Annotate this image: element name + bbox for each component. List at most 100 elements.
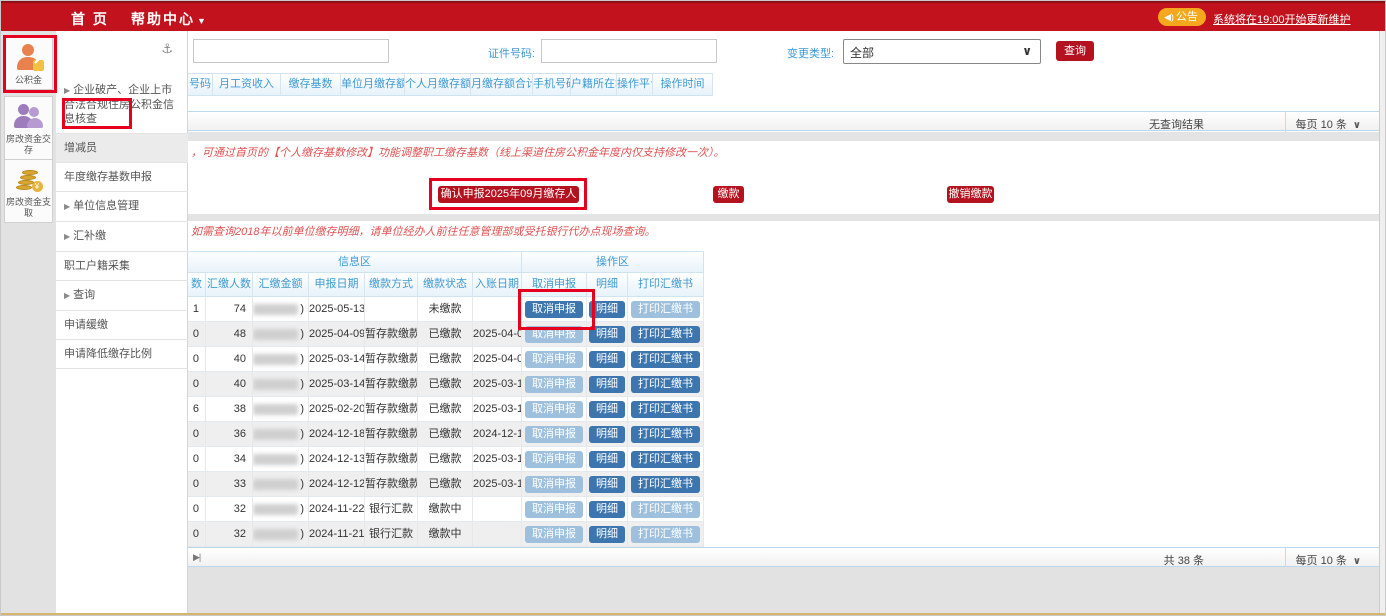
- employee-table-pagination: 无查询结果 每页 10 条∨: [188, 111, 1379, 131]
- nav-help-center[interactable]: 帮助中心▼: [131, 9, 206, 29]
- sidebar-item-7[interactable]: 申请缓缴: [56, 311, 188, 340]
- employee-col-header: 号码: [188, 74, 213, 95]
- cert-number-input[interactable]: [541, 39, 717, 63]
- masked-amount-block: [253, 454, 298, 465]
- cancel-declare-button: 取消申报: [525, 326, 583, 343]
- detail-button[interactable]: 明细: [589, 326, 625, 343]
- cell-declare-date: 2024-12-12: [309, 472, 365, 497]
- remittance-col-header: 申报日期: [309, 273, 365, 297]
- cancel-declare-cell: 取消申报: [522, 422, 587, 447]
- system-maintenance-link[interactable]: 系统将在19:00开始更新维护: [1213, 11, 1351, 27]
- scrollbar-track[interactable]: [1379, 31, 1386, 613]
- detail-cell: 明细: [587, 397, 628, 422]
- print-remit-button: 打印汇缴书: [631, 526, 700, 543]
- remittance-col-header: 取消申报: [522, 273, 587, 297]
- cell-pay-status: 已缴款: [418, 447, 473, 472]
- cancel-pay-button[interactable]: 撤销缴款: [947, 186, 994, 203]
- print-remit-button[interactable]: 打印汇缴书: [631, 376, 700, 393]
- cell-declare-date: 2024-12-13: [309, 447, 365, 472]
- cell-amount-masked: ): [253, 372, 309, 397]
- announcement-badge[interactable]: ◀)公告: [1158, 8, 1206, 26]
- change-type-label: 变更类型:: [787, 45, 834, 61]
- search-button[interactable]: 查询: [1056, 41, 1094, 61]
- sidebar-item-5[interactable]: 职工户籍采集: [56, 252, 188, 281]
- detail-button[interactable]: 明细: [589, 501, 625, 518]
- detail-button[interactable]: 明细: [589, 376, 625, 393]
- employee-col-header: 月缴存额合计: [471, 74, 533, 95]
- detail-cell: 明细: [587, 297, 628, 322]
- cell-entry-date: [473, 297, 522, 322]
- scroll-end-icon[interactable]: ▶|: [193, 552, 200, 563]
- rail-item-fanggai-zhiqu[interactable]: ¥ 房改资金支取: [4, 159, 53, 223]
- print-remit-button[interactable]: 打印汇缴书: [631, 451, 700, 468]
- print-remit-button[interactable]: 打印汇缴书: [631, 326, 700, 343]
- detail-cell: 明细: [587, 322, 628, 347]
- print-remit-cell: 打印汇缴书: [628, 347, 704, 372]
- detail-button[interactable]: 明细: [589, 476, 625, 493]
- detail-cell: 明细: [587, 472, 628, 497]
- cell-amount-masked: ): [253, 472, 309, 497]
- sidebar-item-8[interactable]: 申请降低缴存比例: [56, 340, 188, 369]
- cancel-declare-button: 取消申报: [525, 501, 583, 518]
- cell-entry-date: [473, 522, 522, 547]
- cell-amount-masked: ): [253, 397, 309, 422]
- sidebar-item-4[interactable]: ▶汇补缴: [56, 222, 188, 252]
- sidebar-item-1[interactable]: 增减员: [56, 134, 188, 163]
- cell-pay-status: 已缴款: [418, 322, 473, 347]
- print-remit-button[interactable]: 打印汇缴书: [631, 351, 700, 368]
- detail-button[interactable]: 明细: [589, 301, 625, 318]
- cell-declare-date: 2025-05-13: [309, 297, 365, 322]
- masked-amount-block: [253, 354, 298, 365]
- cell-declare-date: 2025-04-09: [309, 322, 365, 347]
- detail-button[interactable]: 明细: [589, 451, 625, 468]
- sidebar-item-3[interactable]: ▶单位信息管理: [56, 192, 188, 222]
- anchor-icon[interactable]: ⚓: [161, 41, 173, 57]
- cell-pay-method: 暂存款缴款: [365, 397, 418, 422]
- page-size-select-top[interactable]: 每页 10 条∨: [1285, 112, 1369, 132]
- keyword-input[interactable]: [193, 39, 389, 63]
- table-row: 174)2025-05-13未缴款取消申报明细打印汇缴书: [188, 297, 704, 322]
- cell-count: 0: [188, 522, 206, 547]
- cancel-declare-button: 取消申报: [525, 476, 583, 493]
- masked-amount-block: [253, 479, 298, 490]
- speaker-icon: ◀): [1164, 12, 1174, 22]
- detail-button[interactable]: 明细: [589, 401, 625, 418]
- print-remit-cell: 打印汇缴书: [628, 522, 704, 547]
- sidebar-item-0[interactable]: ▶企业破产、企业上市合法合规住房公积金信息核查: [56, 76, 188, 134]
- rail-item-gongjijin[interactable]: 公积金: [4, 37, 53, 90]
- employee-col-header: 个人月缴存额: [405, 74, 471, 95]
- cell-entry-date: 2025-03-14: [473, 447, 522, 472]
- confirm-declare-button[interactable]: 确认申报2025年09月缴存人员名单: [438, 186, 579, 203]
- detail-button[interactable]: 明细: [589, 351, 625, 368]
- sidebar-item-6[interactable]: ▶查询: [56, 281, 188, 311]
- sidebar-item-2[interactable]: 年度缴存基数申报: [56, 163, 188, 192]
- masked-amount-block: [253, 329, 298, 340]
- page-size-select-bottom[interactable]: 每页 10 条∨: [1285, 548, 1369, 568]
- cancel-declare-button: 取消申报: [525, 526, 583, 543]
- change-type-select[interactable]: 全部 ∨: [843, 39, 1041, 64]
- cancel-declare-button[interactable]: 取消申报: [525, 301, 583, 318]
- detail-button[interactable]: 明细: [589, 426, 625, 443]
- nav-home[interactable]: 首 页: [71, 9, 109, 29]
- rail-item-fanggai-jiaocun[interactable]: 房改资金交存: [4, 96, 53, 160]
- remittance-col-header: 缴款方式: [365, 273, 418, 297]
- cell-count: 0: [188, 497, 206, 522]
- cell-declare-date: 2025-02-20: [309, 397, 365, 422]
- pay-button[interactable]: 缴款: [713, 186, 744, 203]
- cell-declare-date: 2024-11-21: [309, 522, 365, 547]
- cell-entry-date: 2025-03-14: [473, 397, 522, 422]
- sidebar-item-label: 查询: [73, 289, 95, 301]
- detail-button[interactable]: 明细: [589, 526, 625, 543]
- print-remit-button[interactable]: 打印汇缴书: [631, 476, 700, 493]
- remittance-col-header: 汇缴人数: [206, 273, 253, 297]
- print-remit-button[interactable]: 打印汇缴书: [631, 401, 700, 418]
- sidebar-item-label: 单位信息管理: [73, 200, 139, 212]
- cell-people-count: 34: [206, 447, 253, 472]
- employee-table-empty-area: [188, 96, 1379, 111]
- divider: [188, 132, 1379, 141]
- coins-icon: ¥: [14, 165, 44, 195]
- no-result-text: 无查询结果: [1149, 116, 1204, 132]
- print-remit-button[interactable]: 打印汇缴书: [631, 426, 700, 443]
- cell-pay-status: 缴款中: [418, 497, 473, 522]
- cell-people-count: 32: [206, 522, 253, 547]
